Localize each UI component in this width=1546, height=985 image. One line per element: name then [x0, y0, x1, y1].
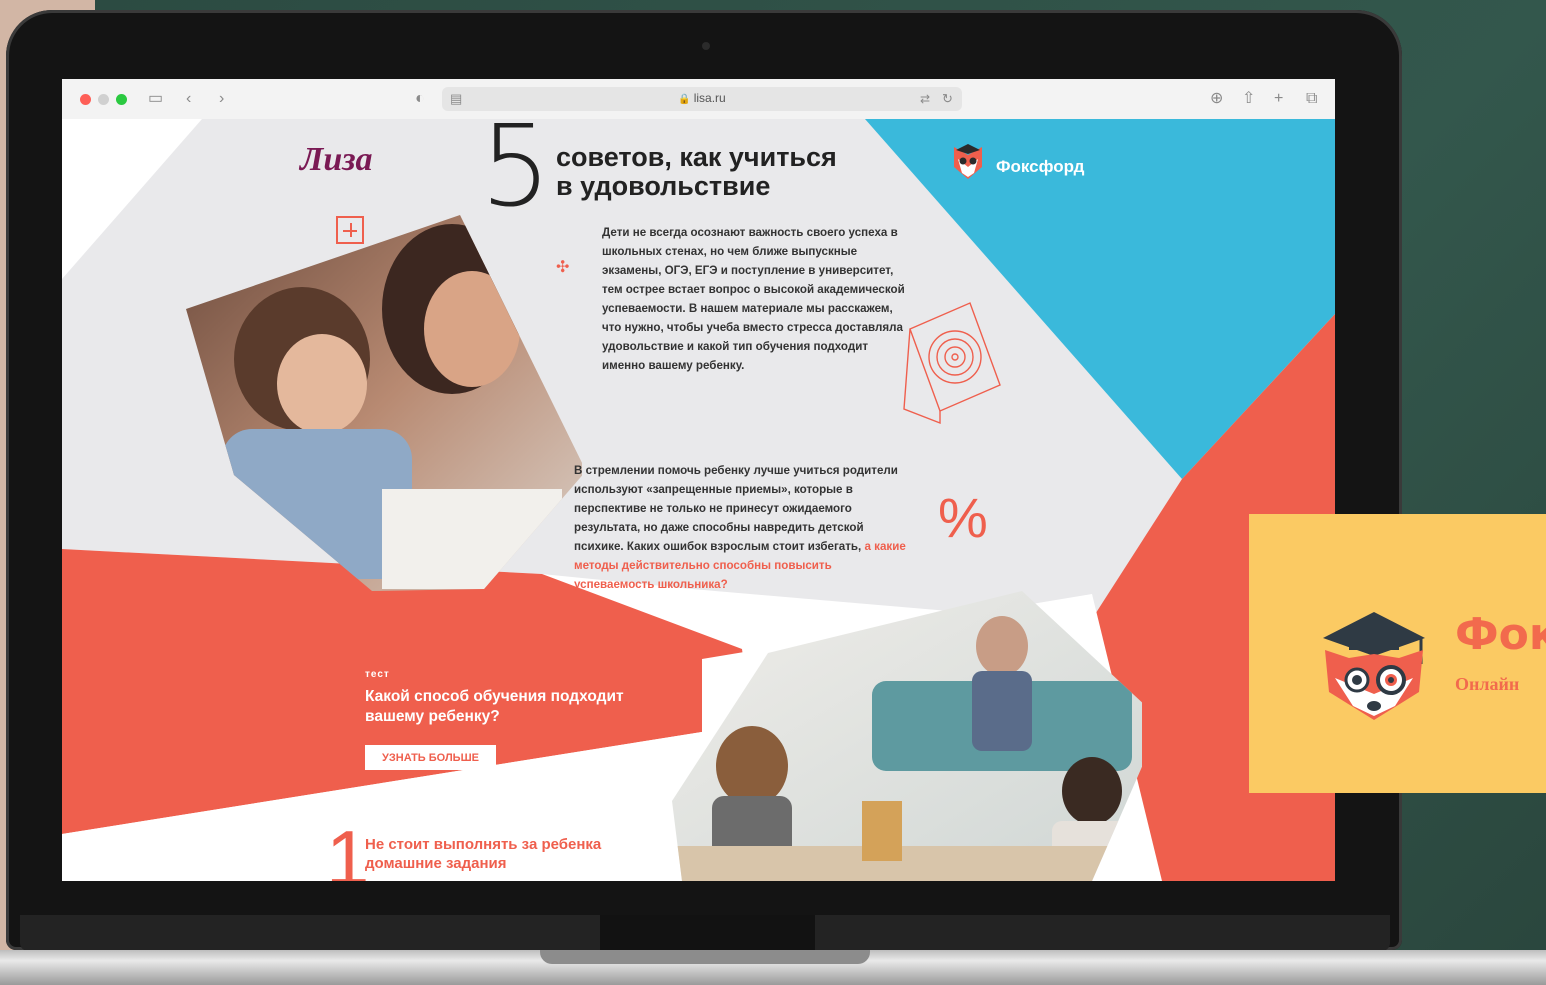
tip-title: Не стоит выполнять за ребенка домашние з…	[365, 836, 602, 872]
url-text: lisa.ru	[693, 91, 726, 105]
sparkle-icon: ✣	[556, 259, 570, 276]
camera-icon	[702, 42, 710, 50]
downloads-icon[interactable]: ⊕	[1210, 89, 1223, 109]
privacy-shield-icon[interactable]: ◐	[415, 89, 425, 109]
foxford-card: Фок Онлайн	[1249, 514, 1546, 793]
page-headline: советов, как учиться в удовольствие	[556, 143, 896, 201]
share-icon[interactable]: ⇧	[1242, 89, 1255, 109]
photo-mother-daughter	[186, 215, 582, 591]
target-book-illustration	[903, 302, 1001, 425]
photo-family	[672, 591, 1142, 881]
zoom-window-button[interactable]	[116, 94, 127, 105]
headline-line-2: в удовольствие	[556, 171, 771, 201]
test-question: Какой способ обучения подходит вашему ре…	[365, 688, 624, 725]
headline-line-1: советов, как учиться	[556, 142, 837, 172]
foxford-label[interactable]: Фоксфорд	[996, 157, 1084, 177]
new-tab-icon[interactable]: +	[1274, 89, 1283, 109]
laptop-base-lip	[540, 950, 870, 964]
laptop-screen: ▭ ‹ › ◐ ▤ 🔒 lisa.ru ⇄ ↻ ⊕ ⇧ + ⧉ Лиза ✣ 5…	[62, 79, 1335, 881]
lisa-logo[interactable]: Лиза	[300, 141, 373, 179]
close-window-button[interactable]	[80, 94, 91, 105]
browser-toolbar: ▭ ‹ › ◐ ▤ 🔒 lisa.ru ⇄ ↻ ⊕ ⇧ + ⧉	[62, 79, 1335, 120]
tab-overview-icon[interactable]: ⧉	[1306, 89, 1317, 109]
hinge-notch	[600, 915, 815, 951]
foxford-fox-icon[interactable]	[948, 141, 988, 181]
forward-arrow-icon[interactable]: ›	[219, 89, 224, 109]
intro-paragraph: Дети не всегда осознают важность своего …	[602, 226, 905, 372]
card-brand-text: Фок	[1455, 609, 1546, 660]
translate-icon[interactable]: ⇄	[920, 89, 930, 109]
foxford-mascot-icon	[1323, 612, 1425, 720]
percent-icon: %	[938, 486, 988, 549]
reload-icon[interactable]: ↻	[942, 89, 953, 109]
problem-text: В стремлении помочь ребенку лучше учитьс…	[574, 464, 898, 553]
back-arrow-icon[interactable]: ‹	[186, 89, 191, 109]
web-page: Лиза ✣ 5 советов, как учиться в удовольс…	[62, 111, 1335, 881]
lock-icon: 🔒	[678, 94, 691, 105]
big-number-five: 5	[480, 102, 552, 232]
card-subtitle: Онлайн	[1455, 674, 1520, 694]
learn-more-button[interactable]: УЗНАТЬ БОЛЬШЕ	[365, 745, 496, 770]
minimize-window-button[interactable]	[98, 94, 109, 105]
sidebar-toggle-icon[interactable]: ▭	[148, 89, 163, 109]
plus-box-icon	[336, 216, 364, 244]
tip-number: 1	[326, 814, 370, 881]
problem-paragraph: В стремлении помочь ребенку лучше учитьс…	[574, 461, 914, 594]
test-tag: тест	[365, 669, 390, 680]
